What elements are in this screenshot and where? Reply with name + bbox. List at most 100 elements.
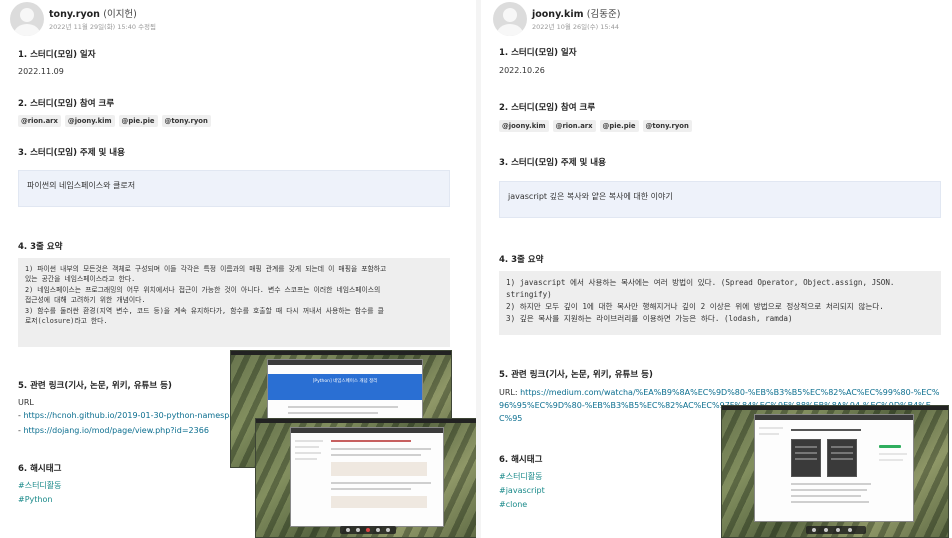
author-username[interactable]: tony.ryon <box>49 9 100 20</box>
screenshot-dock-icon <box>376 528 380 532</box>
url-label: URL <box>18 398 34 407</box>
summary-heading: 4. 3줄 요약 <box>499 255 544 265</box>
screenshot-browser-window <box>290 427 444 527</box>
summary-code-block: 1) 파이썬 내부의 모든것은 객체로 구성되며 이들 각각은 특정 이름과의 … <box>18 258 450 347</box>
screenshot-text-line <box>791 495 861 497</box>
screenshot-dark-card <box>791 439 821 477</box>
topic-heading: 3. 스터디(모임) 주제 및 내용 <box>499 158 606 168</box>
screenshot-dock <box>340 526 396 534</box>
screenshot-text-line <box>331 488 411 490</box>
hashtag-link[interactable]: #javascript <box>499 486 545 495</box>
screenshot-card-line <box>795 458 817 460</box>
summary-line: 3) 함수를 둘러싼 환경(지역 변수, 코드 등)을 계속 유지하다가, 함수… <box>25 306 384 326</box>
topic-callout: javascript 깊은 복사와 얕은 복사에 대한 이야기 <box>499 181 941 218</box>
crew-heading: 2. 스터디(모임) 참여 크루 <box>499 103 596 113</box>
hashtag-link[interactable]: #스터디활동 <box>499 471 543 482</box>
link-anchor[interactable]: https://dojang.io/mod/page/view.php?id=2… <box>23 426 208 435</box>
post-left: tony.ryon (이지헌) 2022년 11월 29일(화) 15:40 수… <box>0 0 476 538</box>
crew-tag[interactable]: @tony.ryon <box>161 115 211 127</box>
crew-tag[interactable]: @rion.arx <box>18 115 61 127</box>
screenshot-topbar <box>722 406 948 410</box>
screenshot-follow-button <box>879 445 901 448</box>
date-heading: 1. 스터디(모임) 일자 <box>499 48 577 58</box>
topic-text: 파이썬의 네임스페이스와 클로저 <box>27 181 136 190</box>
author-name[interactable]: tony.ryon (이지헌) <box>49 6 137 20</box>
screenshot-card-line <box>831 446 853 448</box>
screenshot-banner-title: [Python] 네임스페이스 개념 정리 <box>312 379 378 384</box>
hashtag-link[interactable]: #스터디활동 <box>18 480 62 491</box>
screenshot-window-bar <box>755 415 913 420</box>
author-realname: (김동준) <box>586 9 621 20</box>
screenshot-text-line <box>288 406 398 408</box>
crew-tag[interactable]: @pie.pie <box>599 120 639 132</box>
link-anchor[interactable]: https://hcnoh.github.io/2019-01-30-pytho… <box>23 411 238 420</box>
screenshot-heading-line <box>331 440 411 442</box>
screenshot-text-line <box>791 483 871 485</box>
screenshot-sidebar-line <box>295 452 321 454</box>
screenshot-text-line <box>331 482 431 484</box>
screenshot-dock-icon <box>346 528 350 532</box>
screenshot-sidebar-line <box>759 427 783 429</box>
date-value: 2022.11.09 <box>18 67 64 76</box>
screenshot-window-bar <box>268 360 422 365</box>
crew-tag[interactable]: @tony.ryon <box>642 120 692 132</box>
screenshot-browser-window <box>754 414 914 522</box>
summary-heading: 4. 3줄 요약 <box>18 242 63 252</box>
screenshot-blog-banner: [Python] 네임스페이스 개념 정리 <box>268 374 422 400</box>
screenshot-dock-icon <box>836 528 840 532</box>
links-heading: 5. 관련 링크(기사, 논문, 위키, 유튜브 등) <box>18 381 172 391</box>
screenshot-topbar <box>231 351 451 355</box>
author-name[interactable]: joony.kim (김동준) <box>532 6 620 20</box>
summary-line: 3) 깊은 복사를 지원하는 라이브러리를 이용하면 가능은 하다. (loda… <box>506 314 793 323</box>
screenshot-browser-dojang[interactable] <box>255 418 476 538</box>
screenshot-text-line <box>288 412 378 414</box>
screenshot-card-line <box>831 458 853 460</box>
screenshot-card-line <box>795 452 817 454</box>
crew-tag[interactable]: @pie.pie <box>118 115 158 127</box>
hashtag-link[interactable]: #clone <box>499 500 527 509</box>
date-heading: 1. 스터디(모임) 일자 <box>18 50 96 60</box>
date-value: 2022.10.26 <box>499 66 545 75</box>
summary-line: 2) 네임스페이스는 프로그래밍의 어무 위치에서나 접근이 가능한 것이 아니… <box>25 285 381 305</box>
screenshot-card-line <box>795 446 817 448</box>
url-label: URL: <box>499 388 521 397</box>
screenshot-dock-icon <box>366 528 370 532</box>
screenshot-text-line <box>331 448 431 450</box>
crew-tag[interactable]: @joony.kim <box>64 115 115 127</box>
screenshot-dock-icon <box>812 528 816 532</box>
crew-tag[interactable]: @rion.arx <box>552 120 596 132</box>
hashtag-link[interactable]: #Python <box>18 495 52 504</box>
links-heading: 5. 관련 링크(기사, 논문, 위키, 유튜브 등) <box>499 370 653 380</box>
screenshot-sidebar-line <box>295 446 319 448</box>
screenshot-dock-icon <box>848 528 852 532</box>
topic-callout: 파이썬의 네임스페이스와 클로저 <box>18 170 450 207</box>
crew-tag-list: @rion.arx @joony.kim @pie.pie @tony.ryon <box>18 115 211 127</box>
screenshot-browser-medium[interactable] <box>721 405 949 538</box>
summary-code-block: 1) javascript 에서 사용하는 복사에는 여러 방법이 있다. (S… <box>499 271 941 335</box>
screenshot-sidebar-line <box>295 440 323 442</box>
screenshot-code-block <box>331 496 427 508</box>
author-realname: (이지헌) <box>103 9 137 20</box>
summary-line: 2) 하지만 모두 깊이 1에 대한 복사만 행해지거나 깊이 2 이상은 위에… <box>506 302 884 311</box>
screenshot-dock-icon <box>386 528 390 532</box>
screenshot-dock-icon <box>824 528 828 532</box>
post-timestamp: 2022년 10월 26일(수) 15:44 <box>532 23 620 31</box>
author-username[interactable]: joony.kim <box>532 9 583 20</box>
hashtag-heading: 6. 해시태그 <box>18 464 62 474</box>
screenshot-card-line <box>831 452 853 454</box>
summary-line: 1) 파이썬 내부의 모든것은 객체로 구성되며 이들 각각은 특정 이름과의 … <box>25 265 387 284</box>
topic-text: javascript 깊은 복사와 얕은 복사에 대한 이야기 <box>508 192 673 201</box>
crew-tag[interactable]: @joony.kim <box>499 120 549 132</box>
user-avatar-icon[interactable] <box>493 2 527 36</box>
user-avatar-icon[interactable] <box>10 2 44 36</box>
screenshot-side-line <box>879 459 903 461</box>
topic-heading: 3. 스터디(모임) 주제 및 내용 <box>18 148 125 158</box>
crew-tag-list: @joony.kim @rion.arx @pie.pie @tony.ryon <box>499 120 692 132</box>
screenshot-sidebar-line <box>759 433 779 435</box>
link-item: - https://dojang.io/mod/page/view.php?id… <box>18 426 209 435</box>
screenshot-side-line <box>879 453 907 455</box>
screenshot-text-line <box>331 454 421 456</box>
screenshot-dock-icon <box>356 528 360 532</box>
screenshot-window-bar <box>291 428 443 433</box>
post-timestamp: 2022년 11월 29일(화) 15:40 수정됨 <box>49 23 157 31</box>
